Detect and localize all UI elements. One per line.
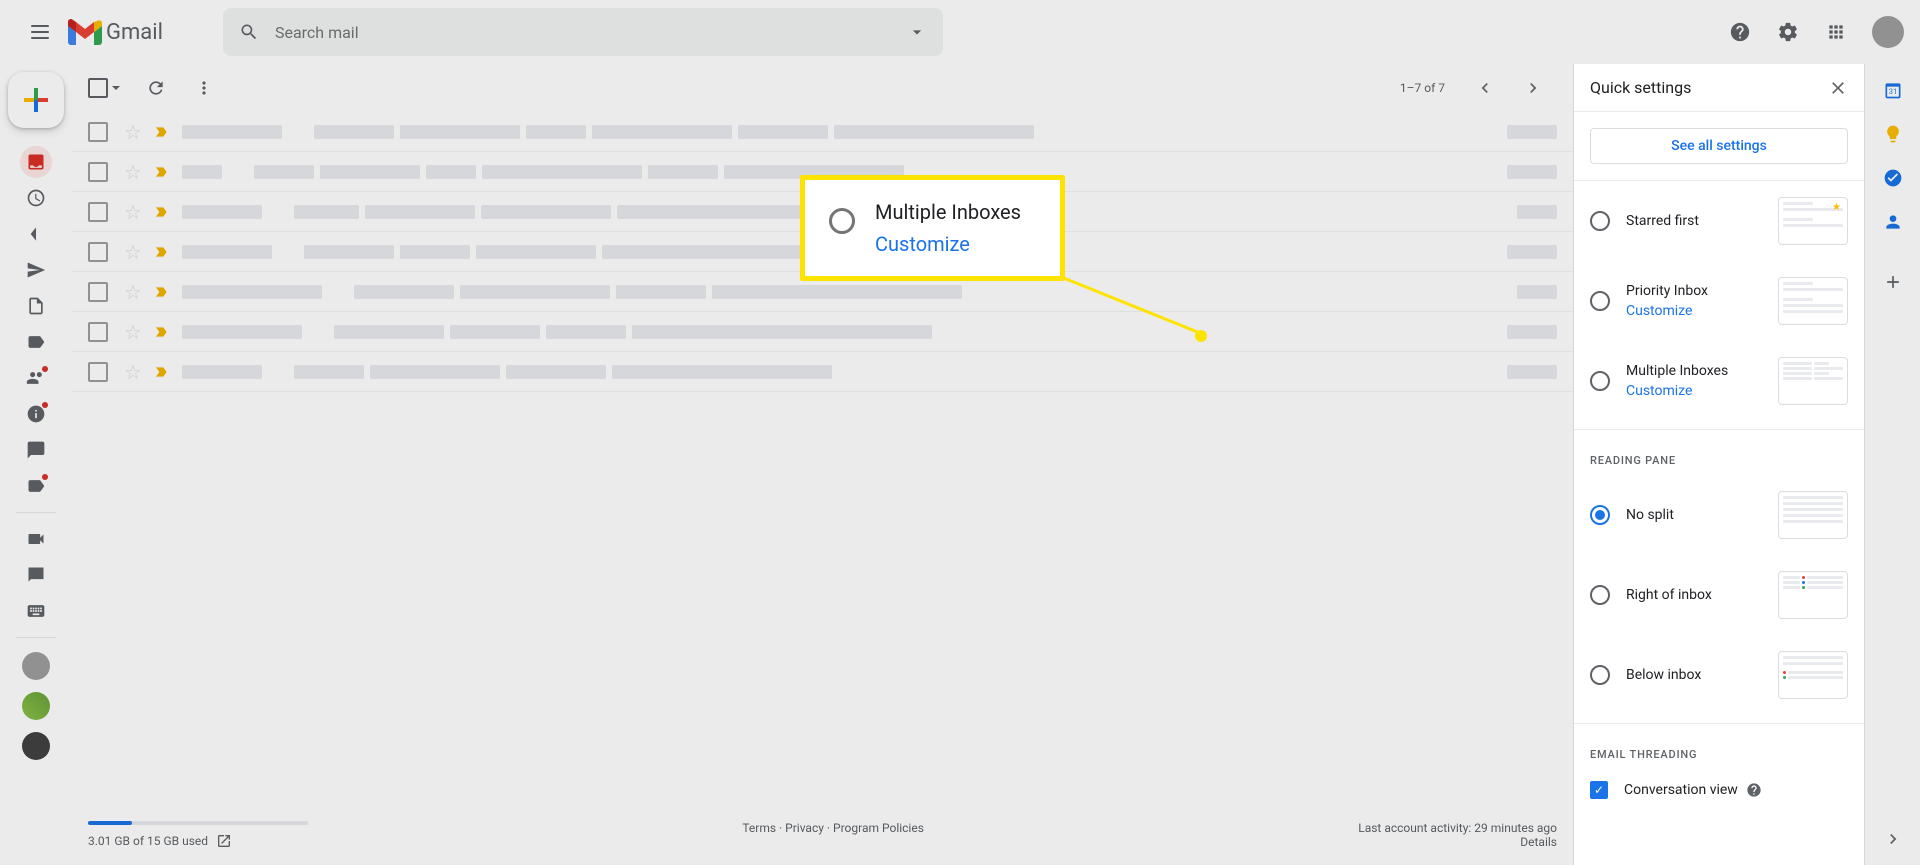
callout-subtitle: Customize (875, 232, 1021, 256)
option-content: Priority Inbox Customize (1626, 283, 1778, 319)
option-conversation-view[interactable]: ✓ Conversation view (1574, 769, 1864, 811)
quick-settings-panel: Quick settings See all settings Starred … (1574, 64, 1864, 865)
customize-link[interactable]: Customize (1626, 303, 1778, 319)
option-label: Below inbox (1626, 667, 1778, 683)
preview-star-icon: ★ (1832, 202, 1841, 213)
option-label: Right of inbox (1626, 587, 1778, 603)
option-below-inbox[interactable]: Below inbox (1574, 635, 1864, 715)
radio-button[interactable] (1590, 211, 1610, 231)
option-content: Below inbox (1626, 667, 1778, 683)
settings-title: Quick settings (1590, 78, 1691, 97)
preview-starred: ★ (1778, 197, 1848, 245)
reading-pane-header: READING PANE (1574, 438, 1864, 475)
option-label: Conversation view (1624, 782, 1738, 798)
preview-right-split (1778, 571, 1848, 619)
option-content: Multiple Inboxes Customize (1626, 363, 1778, 399)
option-label: No split (1626, 507, 1778, 523)
option-label: Starred first (1626, 213, 1778, 229)
see-all-settings-button[interactable]: See all settings (1590, 128, 1848, 164)
option-label: Multiple Inboxes (1626, 363, 1778, 379)
close-icon (1828, 78, 1848, 98)
radio-button[interactable] (1590, 505, 1610, 525)
radio-button[interactable] (1590, 291, 1610, 311)
option-content: No split (1626, 507, 1778, 523)
option-multiple-inboxes[interactable]: Multiple Inboxes Customize (1574, 341, 1864, 421)
preview-below-split (1778, 651, 1848, 699)
option-right-of-inbox[interactable]: Right of inbox (1574, 555, 1864, 635)
option-content: Starred first (1626, 213, 1778, 229)
help-icon[interactable] (1746, 782, 1762, 798)
option-no-split[interactable]: No split (1574, 475, 1864, 555)
customize-link[interactable]: Customize (1626, 383, 1778, 399)
close-button[interactable] (1828, 78, 1848, 98)
option-label: Priority Inbox (1626, 283, 1778, 299)
radio-button[interactable] (1590, 371, 1610, 391)
callout-radio-icon (829, 208, 855, 234)
annotation-callout: Multiple Inboxes Customize (800, 175, 1065, 281)
option-content: Right of inbox (1626, 587, 1778, 603)
radio-button[interactable] (1590, 665, 1610, 685)
settings-divider (1574, 429, 1864, 430)
checkbox-checked[interactable]: ✓ (1590, 781, 1608, 799)
settings-divider (1574, 723, 1864, 724)
option-priority-inbox[interactable]: Priority Inbox Customize (1574, 261, 1864, 341)
option-starred-first[interactable]: Starred first ★ (1574, 181, 1864, 261)
email-threading-header: EMAIL THREADING (1574, 732, 1864, 769)
settings-button-container: See all settings (1574, 112, 1864, 181)
callout-title: Multiple Inboxes (875, 200, 1021, 224)
settings-header: Quick settings (1574, 64, 1864, 112)
preview-priority (1778, 277, 1848, 325)
preview-multiple (1778, 357, 1848, 405)
preview-no-split (1778, 491, 1848, 539)
radio-button[interactable] (1590, 585, 1610, 605)
annotation-dot (1195, 330, 1207, 342)
